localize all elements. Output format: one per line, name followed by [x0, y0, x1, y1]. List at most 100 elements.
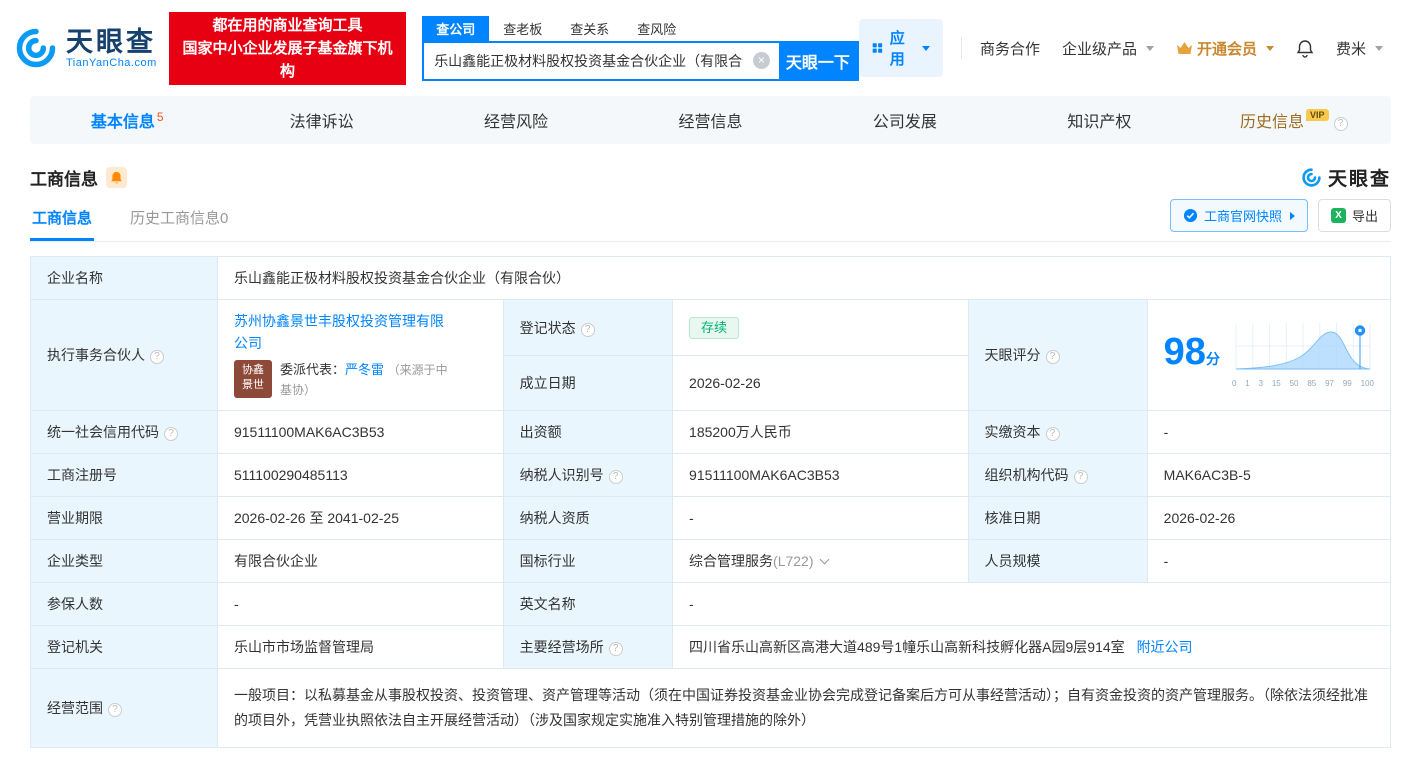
tab-basic-info[interactable]: 基本信息 5	[30, 108, 224, 132]
reg-number-label: 工商注册号	[30, 453, 218, 497]
question-icon[interactable]	[108, 703, 122, 717]
question-icon[interactable]	[608, 470, 623, 484]
score-cell: 98分 0 1 3 15 50 85 97 99 100	[1164, 321, 1374, 389]
field-label: 出资额	[519, 424, 562, 440]
tianyancha-logo[interactable]: 天眼查 TianYanCha.com	[14, 26, 157, 70]
caret-down-icon	[1265, 45, 1274, 51]
arrow-right-icon	[1289, 211, 1295, 220]
field-value: 185200万人民币	[689, 424, 792, 440]
question-icon[interactable]	[608, 642, 623, 656]
top-header: 天眼查 TianYanCha.com 都在用的商业查询工具 国家中小企业发展子基…	[0, 0, 1421, 96]
watermark-brand-label: 天眼查	[1327, 169, 1391, 190]
search-tab-boss[interactable]: 查老板	[489, 16, 556, 41]
tab-intellectual-property[interactable]: 知识产权	[1002, 108, 1196, 132]
partner-company-link[interactable]: 苏州协鑫景世丰股权投资管理有限公司	[234, 310, 444, 354]
search-tab-risk[interactable]: 查风险	[623, 16, 690, 41]
field-label: 工商注册号	[47, 467, 117, 483]
field-label: 登记机关	[47, 639, 103, 655]
bell-icon	[1296, 39, 1314, 58]
question-icon[interactable]	[1073, 470, 1088, 484]
tick: 0	[1231, 379, 1237, 388]
field-label: 企业类型	[47, 553, 103, 569]
section-header: 工商信息 天眼查	[30, 164, 1391, 191]
header-right: 应用 商务合作 企业级产品 开通会员 费米	[858, 19, 1421, 77]
delegate-name-link[interactable]: 严冬雷	[345, 362, 384, 377]
tick: 97	[1325, 379, 1334, 388]
export-button[interactable]: 导出	[1317, 199, 1391, 232]
question-icon[interactable]	[580, 322, 595, 337]
insured-count-value: -	[216, 582, 504, 626]
english-name-label: 英文名称	[502, 582, 674, 626]
taxpayer-id-label: 纳税人识别号	[502, 453, 674, 497]
apps-button[interactable]: 应用	[858, 19, 944, 77]
slogan-line1: 都在用的商业查询工具	[212, 16, 363, 34]
tab-legal-proceedings[interactable]: 法律诉讼	[224, 108, 418, 132]
excel-icon	[1330, 208, 1346, 223]
score-label: 天眼评分	[967, 299, 1148, 411]
field-label: 英文名称	[519, 596, 576, 612]
tab-company-development[interactable]: 公司发展	[808, 108, 1002, 132]
delegate-block: 委派代表：严冬雷 （来源于中基协）	[280, 360, 455, 400]
search-tab-relation[interactable]: 查关系	[556, 16, 623, 41]
table-row: 企业名称 乐山鑫能正极材料股权投资基金合伙企业（有限合伙）	[30, 256, 1392, 300]
main-premises-value: 四川省乐山高新区高港大道489号1幢乐山高新科技孵化器A园9层914室 附近公司	[672, 625, 1391, 669]
field-label: 实缴资本	[984, 424, 1041, 440]
business-cooperation-label: 商务合作	[979, 40, 1040, 58]
grid-icon	[872, 43, 883, 53]
partner-company-logo[interactable]: 协鑫 景世	[233, 360, 272, 398]
question-icon[interactable]	[150, 350, 164, 364]
paid-capital-value: -	[1146, 410, 1392, 454]
business-cooperation-link[interactable]: 商务合作	[980, 38, 1040, 59]
tab-operating-info[interactable]: 经营信息	[613, 108, 807, 132]
snapshot-icon	[1183, 208, 1198, 223]
table-row: 参保人数 - 英文名称 -	[30, 582, 1391, 626]
slogan-line2: 国家中小企业发展子基金旗下机构	[182, 39, 393, 80]
enterprise-products-link[interactable]: 企业级产品	[1062, 38, 1154, 59]
field-value: -	[233, 596, 239, 612]
clear-icon[interactable]: ×	[752, 52, 770, 69]
vip-badge: VIP	[1305, 109, 1329, 121]
nearby-companies-link[interactable]: 附近公司	[1137, 639, 1193, 655]
tick: 99	[1342, 379, 1352, 388]
username-menu[interactable]: 费米	[1336, 38, 1383, 59]
tab-history-info[interactable]: 历史信息 VIP	[1197, 108, 1391, 132]
subtab-business-info[interactable]: 工商信息	[30, 197, 95, 241]
paid-capital-label: 实缴资本	[967, 410, 1148, 454]
question-icon[interactable]	[164, 427, 178, 441]
insured-count-label: 参保人数	[30, 582, 218, 626]
table-row: 登记机关 乐山市市场监督管理局 主要经营场所 四川省乐山高新区高港大道489号1…	[30, 625, 1391, 669]
partner-detail-row: 协鑫 景世 委派代表：严冬雷 （来源于中基协）	[233, 360, 487, 400]
field-value: MAK6AC3B-5	[1163, 467, 1251, 483]
export-label: 导出	[1351, 209, 1378, 224]
subscribe-bell-icon[interactable]	[106, 167, 127, 188]
reg-number-value: 511100290485113	[216, 453, 504, 497]
search-button[interactable]: 天眼一下	[778, 42, 857, 79]
field-label: 执行事务合伙人	[47, 347, 145, 363]
search-input[interactable]	[424, 42, 753, 79]
tab-history-info-label: 历史信息	[1239, 114, 1304, 131]
enterprise-products-label: 企业级产品	[1061, 40, 1137, 58]
tab-operating-risk[interactable]: 经营风险	[419, 108, 613, 132]
search-tab-company[interactable]: 查公司	[422, 15, 490, 41]
field-label: 组织机构代码	[984, 467, 1069, 483]
main-nav-tabs: 基本信息 5 法律诉讼 经营风险 经营信息 公司发展 知识产权 历史信息 VIP	[30, 96, 1391, 144]
business-scope-label: 经营范围	[30, 668, 218, 748]
search-type-tabs: 查公司 查老板 查关系 查风险	[422, 15, 859, 41]
field-value: 511100290485113	[233, 467, 348, 483]
field-label: 国标行业	[519, 553, 576, 569]
chevron-down-icon[interactable]	[819, 554, 829, 565]
field-label: 纳税人资质	[519, 510, 590, 526]
notifications-bell-icon[interactable]	[1296, 39, 1314, 58]
question-icon[interactable]	[1045, 350, 1060, 364]
subtab-history-business-info[interactable]: 历史工商信息0	[128, 197, 230, 241]
field-label: 参保人数	[47, 596, 103, 612]
question-icon[interactable]	[1333, 117, 1348, 131]
score-value-text: 98	[1163, 330, 1206, 373]
question-icon[interactable]	[1045, 427, 1060, 441]
vip-upgrade-link[interactable]: 开通会员	[1176, 38, 1274, 59]
field-label: 成立日期	[519, 375, 576, 392]
score-curve	[1235, 323, 1371, 370]
official-snapshot-button[interactable]: 工商官网快照	[1169, 199, 1308, 232]
reg-status-value: 存续	[672, 298, 969, 357]
subtab-bar: 工商信息 历史工商信息0 工商官网快照 导出	[30, 197, 1391, 242]
